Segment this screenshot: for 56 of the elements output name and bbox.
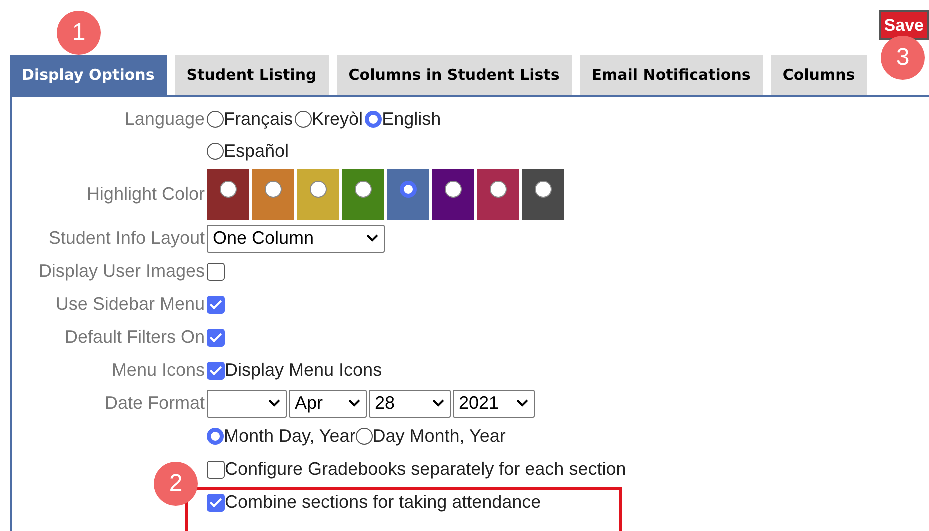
tab[interactable]: Student Listing bbox=[174, 55, 329, 95]
save-button[interactable]: Save bbox=[879, 10, 929, 40]
tab[interactable]: Email Notifications bbox=[580, 55, 763, 95]
field-label: Default Filters On bbox=[64, 326, 205, 349]
field-label: Highlight Color bbox=[86, 184, 205, 204]
checkbox[interactable] bbox=[207, 494, 225, 512]
radio-button[interactable] bbox=[356, 428, 373, 445]
checkbox[interactable] bbox=[207, 262, 225, 280]
chevron-icon bbox=[268, 399, 281, 408]
radio-button[interactable] bbox=[207, 110, 224, 128]
tab[interactable]: Columns bbox=[770, 55, 868, 95]
radio-button[interactable] bbox=[365, 110, 382, 128]
option-label: English bbox=[382, 108, 442, 131]
radio-button[interactable] bbox=[207, 428, 224, 445]
field-label: Display User Images bbox=[38, 260, 205, 283]
callout-badge: 2 bbox=[154, 462, 198, 506]
field-label: Use Sidebar Menu bbox=[56, 293, 205, 316]
checkbox[interactable] bbox=[207, 362, 225, 380]
field-label: Language bbox=[124, 108, 205, 131]
color-swatch[interactable] bbox=[297, 169, 339, 220]
color-swatch[interactable] bbox=[522, 169, 564, 220]
dropdown[interactable]: 28 bbox=[369, 390, 451, 418]
radio-button[interactable] bbox=[207, 142, 224, 160]
color-swatch[interactable] bbox=[252, 169, 294, 220]
option-label: Combine sections for taking attendance bbox=[225, 491, 542, 514]
option-label: Day Month, Year bbox=[372, 425, 506, 448]
field-label: Menu Icons bbox=[112, 359, 205, 382]
checkbox[interactable] bbox=[207, 328, 225, 346]
field-label: Date Format bbox=[104, 392, 205, 415]
dropdown[interactable]: Apr bbox=[289, 390, 367, 418]
option-label: Month Day, Year bbox=[224, 425, 356, 448]
dropdown[interactable] bbox=[207, 390, 287, 418]
chevron-icon bbox=[348, 399, 361, 408]
dropdown[interactable]: One Column bbox=[207, 224, 385, 252]
option-label: Français bbox=[224, 108, 294, 131]
color-swatch[interactable] bbox=[477, 169, 519, 220]
chevron-icon bbox=[516, 399, 529, 408]
checkbox[interactable] bbox=[207, 296, 225, 314]
callout-badge: 3 bbox=[881, 36, 925, 80]
option-label: Kreyòl bbox=[312, 108, 364, 131]
chevron-icon bbox=[366, 234, 379, 243]
option-label: Display Menu Icons bbox=[225, 359, 382, 382]
option-label: Español bbox=[224, 140, 290, 163]
radio-button[interactable] bbox=[295, 110, 312, 128]
color-swatch[interactable] bbox=[342, 169, 384, 220]
color-swatch[interactable] bbox=[207, 169, 249, 220]
callout-badge: 1 bbox=[57, 11, 101, 55]
tab[interactable]: Columns in Student Lists bbox=[336, 55, 572, 95]
color-swatch[interactable] bbox=[432, 169, 474, 220]
color-swatch[interactable] bbox=[387, 169, 429, 220]
option-label: Configure Gradebooks separately for each section bbox=[225, 458, 626, 481]
checkbox[interactable] bbox=[207, 460, 225, 478]
tab[interactable]: Display Options bbox=[10, 55, 167, 95]
chevron-icon bbox=[432, 399, 445, 408]
dropdown[interactable]: 2021 bbox=[453, 390, 535, 418]
field-label: Student Info Layout bbox=[48, 227, 205, 250]
